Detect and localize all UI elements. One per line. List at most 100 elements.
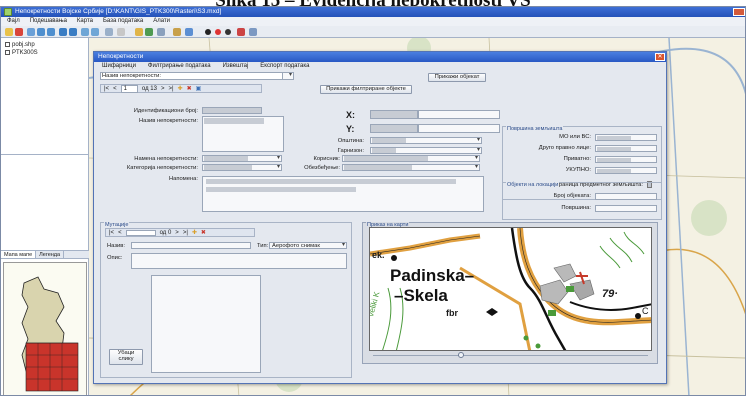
objects-area-field[interactable] bbox=[595, 205, 657, 212]
measure-icon[interactable] bbox=[117, 28, 125, 36]
select-icon[interactable] bbox=[105, 28, 113, 36]
panel-divider bbox=[1, 154, 89, 155]
mutation-type-value: Аерофото снимак bbox=[272, 243, 320, 249]
nav-first-icon[interactable]: |< bbox=[104, 86, 109, 92]
table-icon[interactable] bbox=[145, 28, 153, 36]
zoom-in-icon[interactable] bbox=[37, 28, 45, 36]
immovables-dialog: Непокретности ✕ Шифарници Филтрирање под… bbox=[93, 51, 667, 384]
back-icon[interactable] bbox=[81, 28, 89, 36]
layer-checkbox[interactable] bbox=[5, 42, 10, 47]
pan-icon[interactable] bbox=[59, 28, 67, 36]
point-dark-icon[interactable] bbox=[225, 29, 231, 35]
zoom-out-icon[interactable] bbox=[47, 28, 55, 36]
mutation-name-field[interactable] bbox=[131, 242, 251, 249]
tab-legend[interactable]: Легенда bbox=[36, 251, 65, 258]
mut-nav-first-icon[interactable]: |< bbox=[109, 230, 114, 236]
nav-add-icon[interactable]: ✚ bbox=[178, 85, 183, 92]
refresh-icon[interactable] bbox=[249, 28, 257, 36]
x-field[interactable] bbox=[370, 110, 418, 119]
app-title-bar: Непокретности Војске Србије [D:\KANT\GIS… bbox=[1, 7, 745, 17]
menu-database[interactable]: База података bbox=[103, 17, 143, 26]
nav-last-icon[interactable]: >| bbox=[168, 86, 173, 92]
menu-file[interactable]: Фајл bbox=[7, 17, 20, 26]
category-value bbox=[204, 165, 252, 170]
mut-nav-record-field[interactable] bbox=[125, 229, 156, 236]
note-value-line2 bbox=[206, 187, 356, 192]
mut-nav-delete-icon[interactable]: ✖ bbox=[201, 229, 206, 236]
info-icon[interactable] bbox=[157, 28, 165, 36]
name-field-value bbox=[204, 118, 264, 124]
mut-nav-prev-icon[interactable]: < bbox=[118, 230, 122, 236]
objects-group: Објекти на локацији Број објеката: Површ… bbox=[502, 182, 662, 220]
mutation-desc-field[interactable] bbox=[131, 253, 347, 269]
globe-icon[interactable] bbox=[69, 28, 77, 36]
menu-settings[interactable]: Подешавања bbox=[30, 17, 67, 26]
search-name-field[interactable]: Назив непокретности: bbox=[100, 72, 288, 80]
municipality-value bbox=[372, 138, 406, 143]
open-icon[interactable] bbox=[5, 28, 13, 36]
nav-next-icon[interactable]: > bbox=[161, 86, 165, 92]
mutation-type-select[interactable]: Аерофото снимак bbox=[269, 241, 347, 249]
layer-item-pobj[interactable]: pobj.shp bbox=[5, 42, 35, 48]
search-name-dropdown[interactable] bbox=[282, 71, 294, 80]
objects-count-field[interactable] bbox=[595, 193, 657, 200]
app-close-icon[interactable] bbox=[733, 8, 745, 16]
surface-other-field[interactable] bbox=[595, 145, 657, 152]
surface-mo-field[interactable] bbox=[595, 134, 657, 141]
layers-panel: pobj.shp PTK300S Мапа мапе Легенда bbox=[1, 38, 89, 395]
nav-save-icon[interactable]: ▣ bbox=[196, 85, 202, 92]
menu-export-data[interactable]: Експорт података bbox=[260, 62, 309, 71]
user-value bbox=[344, 156, 428, 161]
mutations-group: Мутације |< < од 0 > >| ✚ ✖ Назив: Тип: … bbox=[100, 222, 352, 378]
layer-item-ptk[interactable]: PTK300S bbox=[5, 50, 38, 56]
overview-map[interactable] bbox=[3, 262, 87, 395]
nav-record-number[interactable]: 1 bbox=[120, 84, 138, 93]
objects-group-title: Објекти на локацији bbox=[506, 182, 560, 188]
show-filtered-objects-button[interactable]: Прикажи филтриране објекте bbox=[320, 85, 412, 94]
forward-icon[interactable] bbox=[91, 28, 99, 36]
erase-icon[interactable] bbox=[237, 28, 245, 36]
garrison-label: Гарнизон: bbox=[337, 148, 364, 154]
map-zoom-slider-thumb[interactable] bbox=[458, 352, 464, 358]
map-preview[interactable]: Padinska– –Skela ek. fbr 79· Veliki K C bbox=[369, 227, 652, 351]
objects-count-label: Број објеката: bbox=[553, 193, 591, 199]
id-field[interactable] bbox=[202, 107, 262, 114]
edit-icon[interactable] bbox=[173, 28, 181, 36]
map-label-c: C bbox=[642, 306, 649, 316]
mut-nav-next-icon[interactable]: > bbox=[175, 230, 179, 236]
y-field[interactable] bbox=[370, 124, 418, 133]
point-red-icon[interactable] bbox=[215, 29, 221, 35]
attach-image-button[interactable]: Убаци слику bbox=[109, 349, 143, 365]
nav-delete-icon[interactable]: ✖ bbox=[187, 85, 192, 92]
zoom-icon[interactable] bbox=[27, 28, 35, 36]
map-zoom-slider[interactable] bbox=[373, 352, 648, 359]
tab-overview-map[interactable]: Мапа мапе bbox=[1, 251, 37, 258]
search-name-label: Назив непокретности: bbox=[102, 73, 161, 79]
menu-filter-data[interactable]: Филтрирање података bbox=[148, 62, 211, 71]
map-label-town-line1: Padinska– bbox=[390, 266, 475, 285]
layer-icon[interactable] bbox=[135, 28, 143, 36]
surface-total-field[interactable] bbox=[595, 167, 657, 174]
layer-checkbox[interactable] bbox=[5, 50, 10, 55]
menu-report[interactable]: Извештај bbox=[223, 62, 249, 71]
menu-map[interactable]: Карта bbox=[77, 17, 93, 26]
menu-codebooks[interactable]: Шифарници bbox=[102, 62, 136, 71]
mut-nav-add-icon[interactable]: ✚ bbox=[192, 229, 197, 236]
print-icon[interactable] bbox=[185, 28, 193, 36]
dialog-close-icon[interactable]: ✕ bbox=[655, 53, 665, 61]
garrison-value bbox=[372, 148, 396, 153]
app-toolbar bbox=[1, 26, 745, 38]
dialog-title: Непокретности bbox=[98, 53, 144, 60]
surface-other-label: Друго правно лице: bbox=[538, 145, 591, 151]
type-label: Намена непокретности: bbox=[134, 156, 198, 162]
surface-private-field[interactable] bbox=[595, 156, 657, 163]
delete-layer-icon[interactable] bbox=[15, 28, 23, 36]
map-label-elevation: 79· bbox=[602, 288, 618, 300]
mut-nav-last-icon[interactable]: >| bbox=[183, 230, 188, 236]
show-object-button[interactable]: Прикажи објекат bbox=[428, 73, 486, 82]
menu-tools[interactable]: Алати bbox=[153, 17, 170, 26]
nav-prev-icon[interactable]: < bbox=[113, 86, 117, 92]
app-window: Непокретности Војске Србије [D:\KANT\GIS… bbox=[0, 6, 746, 396]
map-label-fbr: fbr bbox=[446, 308, 458, 318]
point-black-icon[interactable] bbox=[205, 29, 211, 35]
